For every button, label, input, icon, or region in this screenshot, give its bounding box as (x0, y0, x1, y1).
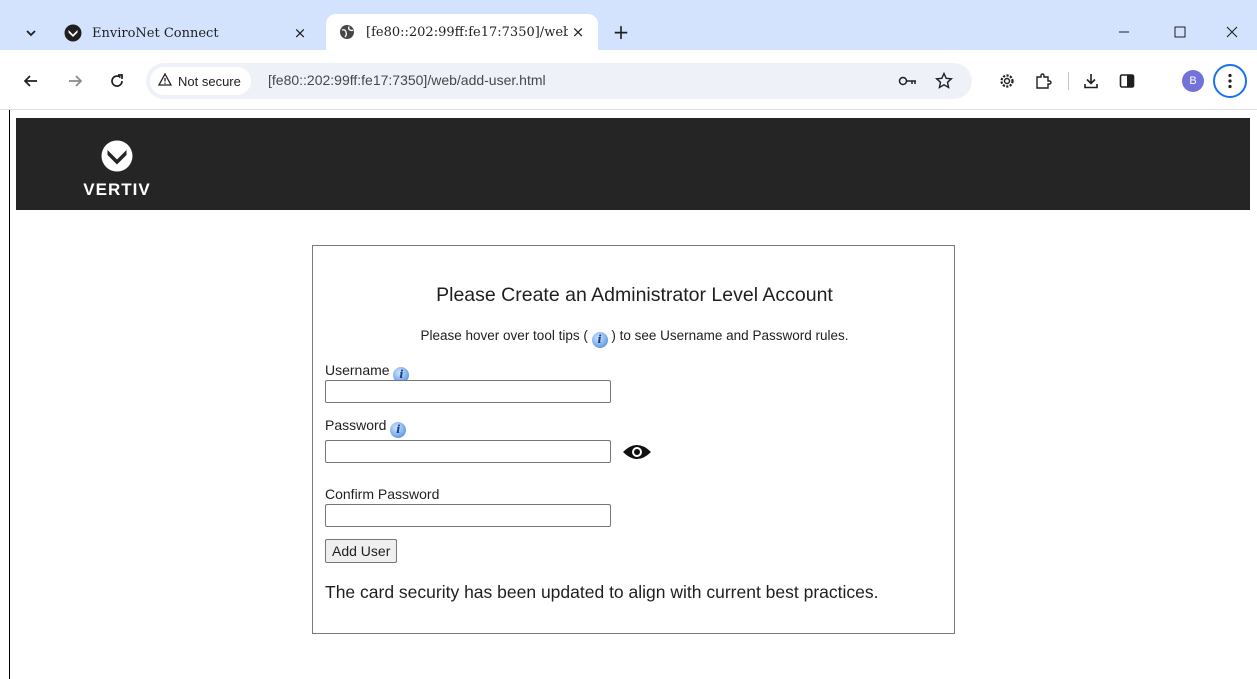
extensions-puzzle-icon[interactable] (1030, 68, 1056, 94)
password-info-icon[interactable]: i (390, 422, 407, 438)
security-chip[interactable]: Not secure (150, 67, 251, 95)
tab-environet-connect[interactable]: EnviroNet Connect × (52, 18, 320, 48)
brand-name: VERTIV (83, 180, 151, 199)
warning-icon (157, 72, 173, 89)
back-icon[interactable] (18, 68, 44, 94)
browser-menu-icon[interactable] (1213, 64, 1247, 98)
url-text[interactable]: [fe80::202:99ff:fe17:7350]/web/add-user.… (268, 72, 546, 88)
confirm-password-label: Confirm Password (325, 486, 440, 502)
reload-icon[interactable] (104, 68, 130, 94)
tab-close-icon[interactable]: × (290, 23, 310, 43)
download-icon[interactable] (1078, 68, 1104, 94)
password-label: Password i (325, 417, 407, 438)
page-title: Please Create an Administrator Level Acc… (436, 284, 833, 306)
info-icon[interactable]: i (591, 332, 608, 348)
password-key-icon[interactable] (896, 69, 920, 93)
forward-icon[interactable] (62, 68, 88, 94)
tab-search-chevron-icon[interactable] (18, 20, 44, 46)
tab-title: EnviroNet Connect (92, 25, 219, 41)
tab-add-user[interactable]: [fe80::202:99ff:fe17:7350]/web/ × (326, 14, 598, 50)
new-tab-button[interactable]: + (608, 19, 634, 45)
bookmark-star-icon[interactable] (932, 69, 956, 93)
profile-avatar[interactable]: B (1182, 70, 1204, 92)
password-input[interactable] (325, 440, 611, 463)
tab-title: [fe80::202:99ff:fe17:7350]/web/ (366, 24, 568, 40)
tab-close-icon[interactable]: × (568, 22, 588, 42)
vertiv-logo-mark-icon (101, 140, 133, 172)
security-chip-label: Not secure (178, 73, 241, 89)
vertiv-icon (64, 24, 82, 42)
side-panel-icon[interactable] (1114, 68, 1140, 94)
show-password-eye-icon[interactable] (621, 443, 653, 461)
toolbar-divider (1068, 72, 1069, 90)
hint-text-end: ) to see Username and Password rules. (611, 328, 849, 343)
minimize-icon[interactable] (1102, 14, 1146, 50)
hint-text-start: Please hover over tool tips ( (420, 328, 588, 343)
maximize-icon[interactable] (1158, 14, 1202, 50)
browser-toolbar: Not secure [fe80::202:99ff:fe17:7350]/we… (0, 50, 1257, 110)
username-label-text: Username (325, 362, 390, 378)
header-banner: VERTIV (16, 118, 1250, 210)
extension-gear-icon[interactable] (994, 68, 1020, 94)
close-window-icon[interactable] (1210, 14, 1254, 50)
confirm-password-input[interactable] (325, 504, 611, 527)
password-label-text: Password (325, 417, 387, 433)
vertiv-logo: VERTIV (82, 140, 152, 200)
username-input[interactable] (325, 380, 611, 403)
globe-icon (338, 23, 356, 41)
add-user-button[interactable]: Add User (325, 539, 398, 563)
security-notice: The card security has been updated to al… (325, 582, 879, 602)
tooltip-hint: Please hover over tool tips ( i ) to see… (313, 328, 956, 348)
address-bar[interactable]: Not secure [fe80::202:99ff:fe17:7350]/we… (146, 63, 972, 99)
create-admin-card: Please Create an Administrator Level Acc… (312, 245, 955, 634)
page-left-edge (0, 110, 10, 679)
